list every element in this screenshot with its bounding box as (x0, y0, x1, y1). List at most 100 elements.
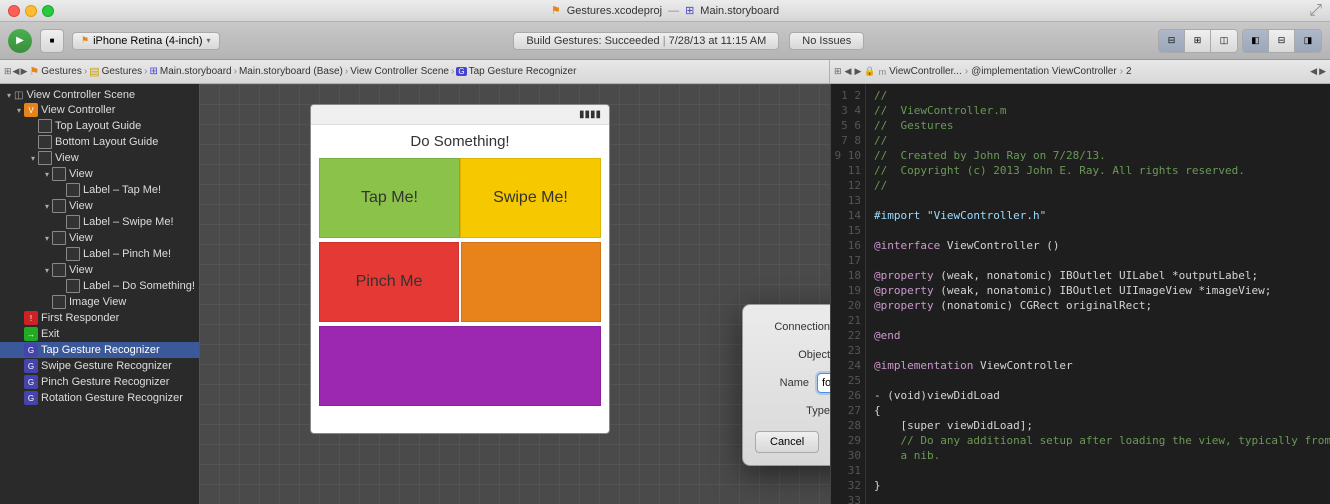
stop-button[interactable]: ■ (40, 29, 64, 53)
bc-storyboard-base[interactable]: Main.storyboard (Base) (239, 66, 343, 77)
nav-rotation-gesture[interactable]: ▸ G Rotation Gesture Recognizer (0, 390, 199, 406)
resize-icon[interactable]: ⤢ (1309, 2, 1322, 20)
pinch-button[interactable]: Pinch Me (319, 242, 459, 322)
nav-label-tap[interactable]: ▸ Label – Tap Me! (0, 182, 199, 198)
code-nav-right-btns: ◀ ▶ (1310, 66, 1326, 77)
run-button[interactable]: ▶ (8, 29, 32, 53)
version-editor-btn[interactable]: ◫ (1211, 30, 1237, 52)
right-breadcrumb: ⊞ ◀ ▶ 🔒 m ViewController... › @implement… (830, 60, 1330, 83)
name-label: Name (755, 377, 809, 389)
close-button[interactable] (8, 5, 20, 17)
pinch-row: Pinch Me (319, 242, 601, 322)
code-file-icon: m (879, 67, 887, 77)
code-nav-next[interactable]: ▶ (1319, 66, 1326, 77)
navigator-toggle-btn[interactable]: ◧ (1243, 30, 1269, 52)
nav-image-view[interactable]: ▸ Image View (0, 294, 199, 310)
connection-row: Connection Action ▾ (755, 317, 830, 337)
breadcrumb-container: ⊞ ◀ ▶ ⚑ Gestures › ▤ Gestures › ⊞ Main.s… (0, 60, 1330, 84)
code-nav-prev[interactable]: ◀ (1310, 66, 1317, 77)
view-sub3-triangle-icon: ▾ (42, 234, 52, 243)
purple-button[interactable] (319, 326, 601, 406)
bc-main-storyboard[interactable]: Main.storyboard (160, 66, 232, 77)
tap-gesture-icon: G (24, 343, 38, 357)
storyboard-file-icon: ⊞ (685, 4, 694, 17)
inspector-toggle-btn[interactable]: ◨ (1295, 30, 1321, 52)
standard-editor-btn[interactable]: ⊟ (1159, 30, 1185, 52)
vc-icon: V (24, 103, 38, 117)
code-sep1: › (965, 66, 968, 77)
maximize-button[interactable] (42, 5, 54, 17)
tap-button[interactable]: Tap Me! (319, 158, 460, 238)
bc-icon-gestures: ⚑ (29, 65, 39, 78)
project-file-icon: ⚑ (551, 4, 561, 17)
nav-exit[interactable]: ▸ → Exit (0, 326, 199, 342)
nav-label-pinch[interactable]: ▸ Label – Pinch Me! (0, 246, 199, 262)
name-row: Name (755, 373, 830, 393)
nav-top-layout[interactable]: ▸ Top Layout Guide (0, 118, 199, 134)
code-panel: 1 2 3 4 5 6 7 8 9 10 11 12 13 14 15 16 1… (830, 84, 1330, 504)
view-sub2-label: View (69, 200, 93, 212)
title-bar: ⚑ Gestures.xcodeproj — ⊞ Main.storyboard… (0, 0, 1330, 22)
nav-tap-gesture[interactable]: ▸ G Tap Gesture Recognizer (0, 342, 199, 358)
nav-label-swipe[interactable]: ▸ Label – Swipe Me! (0, 214, 199, 230)
pinch-gesture-label: Pinch Gesture Recognizer (41, 376, 169, 388)
nav-view-controller[interactable]: ▾ V View Controller (0, 102, 199, 118)
toolbar-right: ⊟ ⊞ ◫ ◧ ⊟ ◨ (1158, 29, 1322, 53)
nav-pinch-gesture[interactable]: ▸ G Pinch Gesture Recognizer (0, 374, 199, 390)
bc-gestures2[interactable]: Gestures (102, 66, 143, 77)
assistant-editor-btn[interactable]: ⊞ (1185, 30, 1211, 52)
type-label: Type (755, 405, 830, 417)
nav-swipe-gesture[interactable]: ▸ G Swipe Gesture Recognizer (0, 358, 199, 374)
view-sub1-icon (52, 167, 66, 181)
view-sub4-triangle-icon: ▾ (42, 266, 52, 275)
code-vc-label[interactable]: ViewController... (889, 66, 962, 77)
bc-sep3: › (234, 66, 237, 77)
project-filename: Gestures.xcodeproj (567, 5, 662, 17)
back-btn[interactable]: ◀ (13, 66, 20, 77)
nav-view-sub4[interactable]: ▾ View (0, 262, 199, 278)
view-main-label: View (55, 152, 79, 164)
code-content[interactable]: // // ViewController.m // Gestures // //… (866, 84, 1330, 504)
bc-sep2: › (144, 66, 147, 77)
rotation-gesture-icon: G (24, 391, 38, 405)
object-row: Object V View Controller (755, 345, 830, 365)
forward-btn[interactable]: ▶ (20, 66, 27, 77)
exit-label: Exit (41, 328, 59, 340)
scheme-selector[interactable]: ⚑ iPhone Retina (4-inch) ▾ (72, 32, 220, 50)
swipe-button[interactable]: Swipe Me! (460, 158, 601, 238)
view-sub3-icon (52, 231, 66, 245)
window-title: ⚑ Gestures.xcodeproj — ⊞ Main.storyboard (551, 4, 779, 17)
editor-toggle-group: ⊟ ⊞ ◫ (1158, 29, 1238, 53)
vc-triangle-icon: ▾ (14, 106, 24, 115)
nav-label-dosomething[interactable]: ▸ Label – Do Something! (0, 278, 199, 294)
bc-icon-storyboard: ⊞ (150, 66, 158, 77)
bottom-layout-label: Bottom Layout Guide (55, 136, 158, 148)
nav-vc-scene[interactable]: ▾ ◫ View Controller Scene (0, 88, 199, 102)
view-sub4-icon (52, 263, 66, 277)
name-input[interactable] (817, 373, 830, 393)
toolbar: ▶ ■ ⚑ iPhone Retina (4-inch) ▾ Build Ges… (0, 22, 1330, 60)
nav-view-main[interactable]: ▾ View (0, 150, 199, 166)
object-label: Object (755, 349, 830, 361)
dialog-buttons: Cancel Connect (755, 431, 830, 453)
nav-bottom-layout[interactable]: ▸ Bottom Layout Guide (0, 134, 199, 150)
nav-view-sub3[interactable]: ▾ View (0, 230, 199, 246)
nav-view-sub1[interactable]: ▾ View (0, 166, 199, 182)
code-impl-label[interactable]: @implementation ViewController (971, 66, 1117, 77)
minimize-button[interactable] (25, 5, 37, 17)
code-editor: 1 2 3 4 5 6 7 8 9 10 11 12 13 14 15 16 1… (831, 84, 1330, 504)
code-line-label[interactable]: 2 (1126, 66, 1132, 77)
bc-tap-gesture[interactable]: Tap Gesture Recognizer (469, 66, 577, 77)
nav-first-responder[interactable]: ▸ ! First Responder (0, 310, 199, 326)
bc-icon-gesture: G (456, 67, 466, 76)
tap-gesture-label: Tap Gesture Recognizer (41, 344, 160, 356)
label-tap-icon (66, 183, 80, 197)
bc-gestures[interactable]: Gestures (41, 66, 82, 77)
rotate-button[interactable] (461, 242, 601, 322)
bc-vc-scene[interactable]: View Controller Scene (350, 66, 449, 77)
nav-view-sub2[interactable]: ▾ View (0, 198, 199, 214)
code-forward-btn[interactable]: ▶ (854, 66, 861, 77)
code-back-btn[interactable]: ◀ (845, 66, 852, 77)
debug-toggle-btn[interactable]: ⊟ (1269, 30, 1295, 52)
cancel-button[interactable]: Cancel (755, 431, 819, 453)
